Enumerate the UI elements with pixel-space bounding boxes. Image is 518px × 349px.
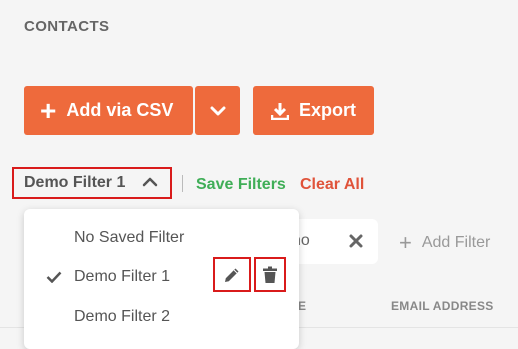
- chevron-down-icon: [210, 106, 225, 115]
- close-icon[interactable]: [348, 233, 364, 249]
- column-header-email[interactable]: EMAIL ADDRESS: [391, 299, 494, 313]
- dropdown-option-demo-filter-1[interactable]: Demo Filter 1: [74, 268, 170, 286]
- dropdown-option-demo-filter-2[interactable]: Demo Filter 2: [74, 308, 170, 326]
- delete-filter-button[interactable]: [254, 257, 286, 292]
- export-label: Export: [299, 100, 357, 120]
- add-via-csv-button[interactable]: + Add via CSV: [24, 86, 193, 135]
- pencil-icon: [225, 268, 239, 282]
- add-via-csv-label: Add via CSV: [66, 100, 174, 120]
- plus-icon: +: [40, 94, 57, 126]
- edit-filter-button[interactable]: [213, 257, 251, 292]
- trash-icon: [263, 266, 277, 283]
- plus-icon: +: [399, 230, 412, 255]
- filter-separator: [182, 175, 183, 192]
- filter-chip: no: [286, 219, 378, 264]
- download-icon: [271, 102, 289, 120]
- dropdown-option-no-saved-filter[interactable]: No Saved Filter: [74, 229, 184, 247]
- add-filter-button[interactable]: + Add Filter: [399, 232, 490, 254]
- selected-filter-label: Demo Filter 1: [24, 174, 126, 191]
- column-header-name[interactable]: E: [298, 299, 306, 313]
- add-options-dropdown-button[interactable]: [195, 86, 240, 135]
- save-filters-link[interactable]: Save Filters: [196, 176, 286, 194]
- page-title: CONTACTS: [24, 18, 110, 35]
- export-button[interactable]: Export: [253, 86, 374, 135]
- saved-filter-select[interactable]: Demo Filter 1: [12, 167, 172, 199]
- chevron-up-icon: [142, 177, 158, 187]
- check-icon: [46, 271, 62, 283]
- clear-all-link[interactable]: Clear All: [300, 176, 364, 194]
- saved-filters-dropdown: No Saved Filter Demo Filter 1 Demo Filte…: [24, 209, 299, 349]
- add-filter-label: Add Filter: [421, 234, 491, 251]
